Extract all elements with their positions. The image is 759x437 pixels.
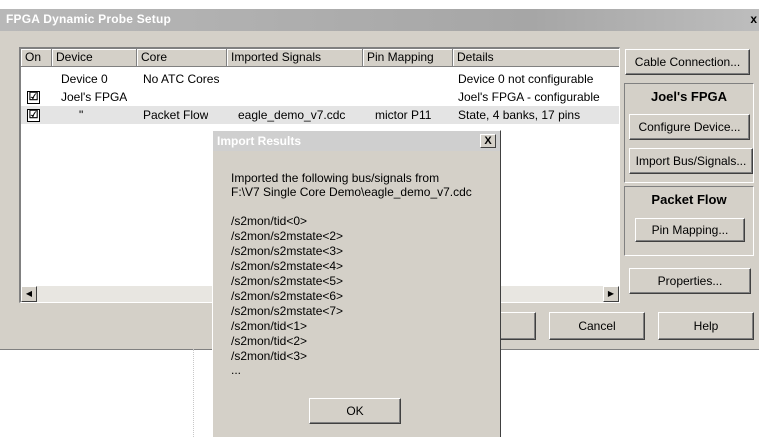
signal-item: /s2mon/tid<3>	[231, 349, 308, 363]
dialog-file-path: F:\V7 Single Core Demo\eagle_demo_v7.cdc	[231, 185, 472, 199]
cancel-button[interactable]: Cancel	[549, 312, 645, 340]
details-cell: Device 0 not configurable	[458, 72, 594, 86]
core-cell: No ATC Cores	[143, 72, 220, 86]
cable-connection-button[interactable]: Cable Connection...	[625, 49, 750, 75]
device-cell: "	[79, 108, 84, 122]
scroll-right-icon[interactable]: ▶	[603, 286, 619, 302]
device-group-title: Joel's FPGA	[650, 89, 728, 104]
column-header-pin-mapping[interactable]: Pin Mapping	[363, 49, 453, 67]
dialog-titlebar[interactable]: Import Results X	[213, 131, 500, 151]
window-titlebar[interactable]: FPGA Dynamic Probe Setup x	[0, 9, 759, 31]
core-group-title: Packet Flow	[651, 192, 727, 207]
column-header-imported-signals[interactable]: Imported Signals	[227, 49, 363, 67]
signal-item: /s2mon/s2mstate<3>	[231, 244, 344, 258]
dialog-message: Imported the following bus/signals from	[231, 171, 440, 185]
window-title: FPGA Dynamic Probe Setup	[6, 12, 172, 26]
enable-checkbox[interactable]: ☑	[27, 91, 40, 104]
import-signals-button[interactable]: Import Bus/Signals...	[629, 148, 753, 174]
signal-item: /s2mon/s2mstate<5>	[231, 274, 344, 288]
table-row[interactable]: ☑ " Packet Flow eagle_demo_v7.cdc mictor…	[21, 106, 619, 124]
close-icon[interactable]: X	[480, 134, 496, 148]
signal-item: /s2mon/tid<1>	[231, 319, 308, 333]
column-header-details[interactable]: Details	[453, 49, 619, 67]
signal-item: ...	[231, 363, 242, 377]
device-cell: Device 0	[61, 72, 108, 86]
help-button[interactable]: Help	[658, 312, 754, 340]
core-cell: Packet Flow	[143, 108, 209, 122]
signal-item: /s2mon/tid<0>	[231, 214, 308, 228]
column-header-core[interactable]: Core	[137, 49, 227, 67]
dialog-title: Import Results	[217, 134, 302, 148]
signal-item: /s2mon/s2mstate<4>	[231, 259, 344, 273]
pin-mapping-button[interactable]: Pin Mapping...	[635, 218, 745, 242]
scroll-left-icon[interactable]: ◀	[21, 286, 37, 302]
signal-item: /s2mon/s2mstate<2>	[231, 229, 344, 243]
details-cell: Joel's FPGA - configurable	[458, 90, 600, 104]
signal-item: /s2mon/s2mstate<7>	[231, 304, 344, 318]
column-header-device[interactable]: Device	[52, 49, 137, 67]
details-cell: State, 4 banks, 17 pins	[458, 108, 581, 122]
signal-item: /s2mon/tid<2>	[231, 334, 308, 348]
signal-item: /s2mon/s2mstate<6>	[231, 289, 344, 303]
column-header-on[interactable]: On	[21, 49, 52, 67]
properties-button[interactable]: Properties...	[629, 268, 751, 294]
configure-device-button[interactable]: Configure Device...	[629, 114, 750, 140]
enable-checkbox[interactable]: ☑	[27, 109, 40, 122]
dialog-ok-button[interactable]: OK	[309, 398, 401, 424]
close-icon[interactable]: x	[750, 12, 757, 26]
import-results-dialog: Import Results X Imported the following …	[212, 130, 501, 437]
device-cell: Joel's FPGA	[61, 90, 128, 104]
divider	[193, 349, 194, 437]
signals-cell: eagle_demo_v7.cdc	[238, 108, 346, 122]
pin-mapping-cell: mictor P11	[375, 108, 432, 122]
